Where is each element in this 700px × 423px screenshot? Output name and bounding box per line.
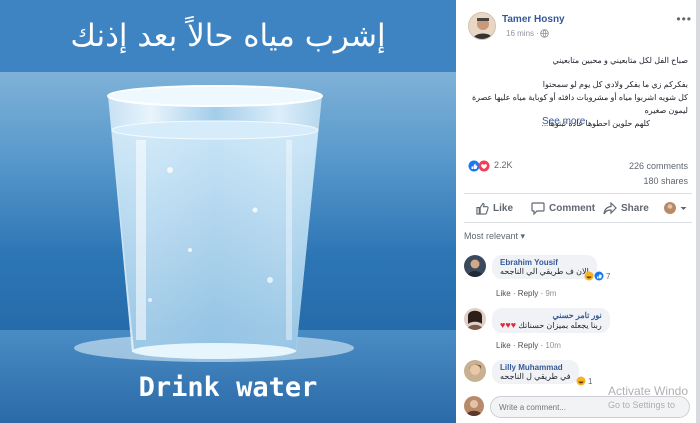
- post-time[interactable]: 16 mins ·: [506, 29, 539, 38]
- commenter-avatar[interactable]: [464, 360, 486, 382]
- share-button[interactable]: Share: [603, 200, 649, 216]
- post-text-line: كل شويه اشربوا مياه أو مشروبات دافئه أو …: [471, 93, 688, 102]
- comment-bubble: Ebrahim Yousif الان ف طريقي الي الناجحه: [492, 255, 597, 279]
- comment-time[interactable]: 10m: [545, 341, 561, 350]
- divider: [464, 222, 692, 223]
- shares-count[interactable]: 180 shares: [643, 176, 688, 186]
- post-text-line: ليمون صغيره: [644, 106, 688, 115]
- caret-down-icon: ▾: [520, 231, 526, 241]
- like-reaction-icon: [594, 271, 604, 281]
- like-label: Like: [493, 202, 514, 214]
- comment-filter-dropdown[interactable]: Most relevant ▾: [464, 231, 525, 242]
- write-comment-input[interactable]: [490, 396, 690, 418]
- haha-reaction-icon: [576, 376, 586, 386]
- user-avatar[interactable]: [464, 396, 484, 416]
- comment-text: الان ف طريقي الي الناجحه: [500, 267, 589, 276]
- comment-reactions[interactable]: 7: [584, 271, 610, 281]
- comment-actions: Like · Reply · 10m: [496, 341, 561, 350]
- post-text-line: صباح الفل لكل متابعيني و محبين متابعيني: [552, 56, 689, 65]
- comment-reaction-count: 1: [588, 376, 593, 386]
- comment-like-link[interactable]: Like: [496, 289, 511, 298]
- comment-text: في طريقي ل الناجحه: [500, 372, 571, 381]
- comment-like-link[interactable]: Like: [496, 341, 511, 350]
- profile-avatar-icon: [664, 202, 676, 214]
- scrollbar[interactable]: [696, 0, 700, 423]
- comment-time[interactable]: 9m: [545, 289, 556, 298]
- comment-reply-link[interactable]: Reply: [518, 341, 538, 350]
- author-name[interactable]: Tamer Hosny: [502, 14, 565, 25]
- comment-actions: Like · Reply · 9m: [496, 289, 557, 298]
- comment-text-body: ربنا يجعله بميزان حسناتك: [518, 321, 602, 330]
- comment-filter-label: Most relevant: [464, 231, 519, 241]
- ellipsis-icon[interactable]: •••: [676, 12, 692, 26]
- post-time-text[interactable]: 16 mins: [506, 29, 534, 38]
- share-label: Share: [621, 202, 649, 214]
- thumbs-up-icon: [476, 202, 489, 215]
- commenter-avatar[interactable]: [464, 255, 486, 277]
- author-avatar[interactable]: [468, 12, 496, 40]
- comments-count[interactable]: 226 comments: [629, 161, 688, 171]
- comment-text: ربنا يجعله بميزان حسناتك ♥♥♥: [500, 320, 602, 330]
- commenter-avatar[interactable]: [464, 308, 486, 330]
- comment-bubble: Lilly Muhammad في طريقي ل الناجحه: [492, 360, 579, 384]
- audience-selector[interactable]: [664, 200, 691, 216]
- post-text-line: بفكركم زي ما بفكر ولادي كل يوم لو سمحتوا: [542, 80, 688, 89]
- comment-reaction-count: 7: [606, 271, 611, 281]
- comment-reactions[interactable]: 1: [576, 376, 592, 386]
- time-separator: ·: [536, 29, 539, 38]
- commenter-name[interactable]: نور تامر حسني: [500, 311, 602, 320]
- photo-caption: Drink water: [138, 372, 318, 403]
- reaction-icons[interactable]: [468, 160, 494, 172]
- comment-button[interactable]: Comment: [531, 200, 595, 216]
- photo-headline: إشرب مياه حالاً بعد إذنك: [0, 0, 456, 72]
- commenter-name[interactable]: Ebrahim Yousif: [500, 258, 589, 267]
- reaction-count[interactable]: 2.2K: [494, 160, 513, 170]
- post-panel: Tamer Hosny 16 mins · ••• صباح الفل لكل …: [456, 0, 700, 423]
- share-icon: [603, 201, 617, 214]
- like-button[interactable]: Like: [476, 200, 513, 216]
- caret-down-icon: [680, 206, 687, 210]
- comment-label: Comment: [549, 202, 596, 214]
- haha-reaction-icon: [584, 271, 594, 281]
- see-more-link[interactable]: See more: [542, 116, 585, 127]
- post-photo[interactable]: إشرب مياه حالاً بعد إذنك Drink water: [0, 0, 456, 423]
- hearts-emoji-icon: ♥♥♥: [500, 320, 517, 330]
- globe-icon: [540, 29, 549, 38]
- comment-icon: [531, 201, 545, 215]
- divider: [464, 193, 692, 194]
- comment-bubble: نور تامر حسني ربنا يجعله بميزان حسناتك ♥…: [492, 308, 610, 333]
- comment-reply-link[interactable]: Reply: [518, 289, 538, 298]
- commenter-name[interactable]: Lilly Muhammad: [500, 363, 571, 372]
